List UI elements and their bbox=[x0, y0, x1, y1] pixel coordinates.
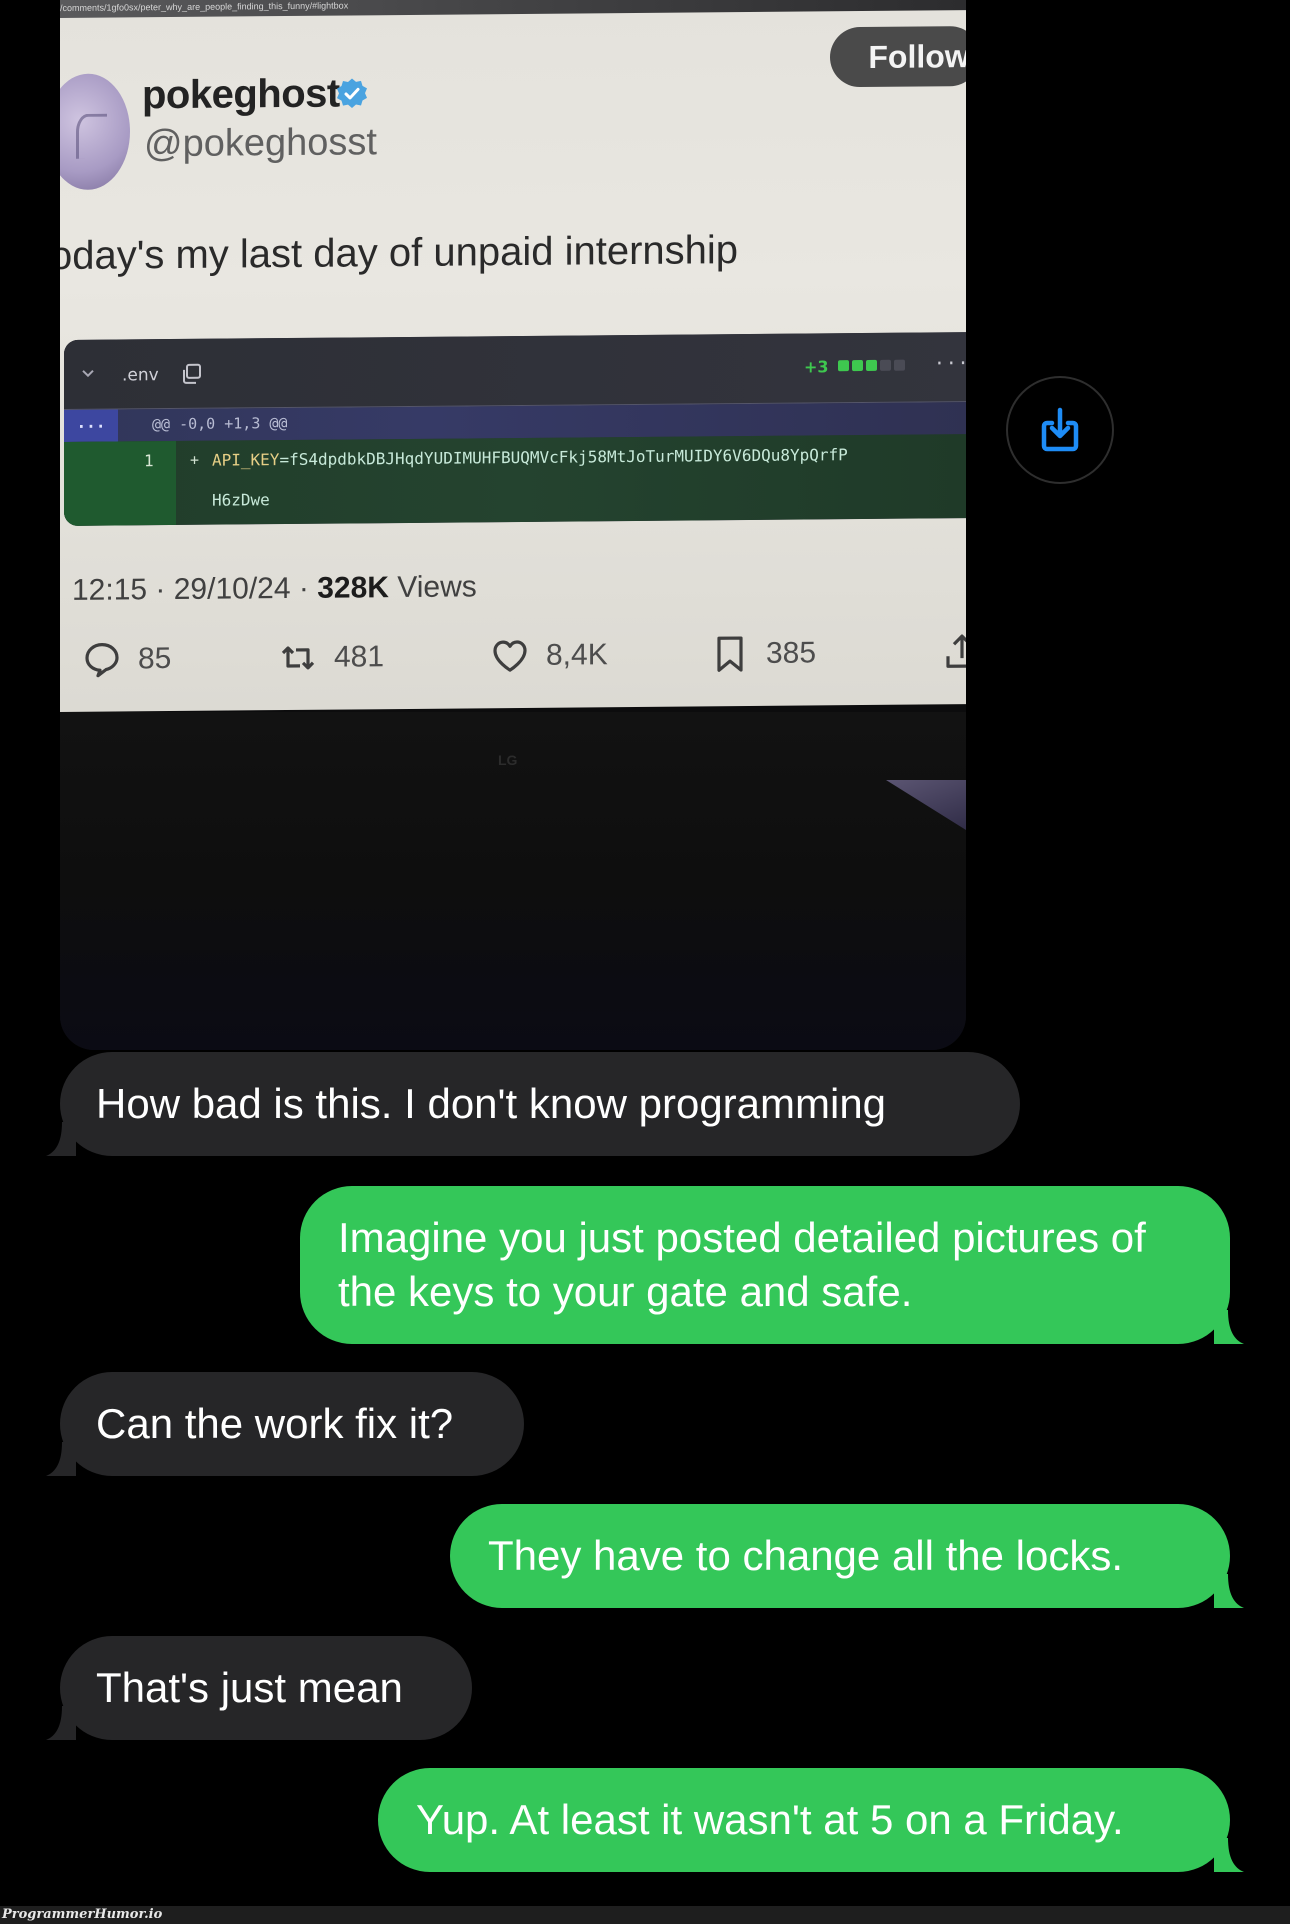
like-action: 8,4K bbox=[490, 635, 608, 676]
code-diff-card: .env +3 ... ... @@ -0,0 +1,3 @@ 1 + API_… bbox=[64, 332, 966, 526]
diff-block bbox=[838, 360, 849, 372]
tweet-meta: 12:15 · 29/10/24 · 328K Views bbox=[72, 570, 477, 608]
line-number: 1 bbox=[144, 451, 154, 471]
diff-filename: .env bbox=[122, 365, 159, 386]
diff-header: .env +3 ... bbox=[64, 332, 966, 410]
bubble-tail bbox=[46, 1122, 76, 1156]
tweet-handle: @pokeghosst bbox=[144, 121, 377, 166]
message-text: Yup. At least it wasn't at 5 on a Friday… bbox=[416, 1796, 1124, 1843]
separator: · bbox=[298, 571, 318, 605]
api-key-value: =fS4dpdbkDBJHqdYUDIMUHFBUQMVcFkj58MtJoTu… bbox=[279, 445, 848, 470]
copy-icon bbox=[183, 363, 201, 384]
message-bubble-outgoing[interactable]: Yup. At least it wasn't at 5 on a Friday… bbox=[378, 1768, 1244, 1872]
tweet-actions: 85 481 8,4K 385 bbox=[82, 632, 966, 690]
bookmark-action: 385 bbox=[710, 633, 816, 674]
more-options-icon: ... bbox=[934, 348, 966, 370]
tweet-display-name: pokeghost bbox=[142, 71, 340, 118]
save-image-button[interactable] bbox=[1006, 376, 1114, 484]
views-label: Views bbox=[397, 570, 477, 605]
repost-action: 481 bbox=[278, 637, 384, 678]
share-icon bbox=[946, 634, 966, 668]
diff-block bbox=[880, 359, 891, 371]
repost-icon bbox=[281, 646, 315, 670]
chevron-down-icon bbox=[82, 370, 94, 378]
bookmark-count: 385 bbox=[766, 636, 817, 670]
share-action bbox=[942, 632, 966, 672]
background-object bbox=[886, 780, 966, 830]
monitor-screen: /comments/1gfo0sx/peter_why_are_people_f… bbox=[60, 0, 966, 713]
verified-badge-icon bbox=[337, 78, 367, 109]
reply-icon bbox=[85, 643, 119, 678]
additions-bar bbox=[838, 359, 905, 372]
bubble-tail bbox=[1214, 1838, 1244, 1872]
separator: · bbox=[155, 573, 174, 607]
tweet-text: oday's my last day of unpaid internship bbox=[60, 228, 739, 279]
heart-icon bbox=[493, 640, 527, 672]
bubble-tail bbox=[1214, 1310, 1244, 1344]
bubble-tail bbox=[46, 1706, 76, 1740]
repost-count: 481 bbox=[334, 640, 385, 674]
follow-button: Follow bbox=[830, 25, 966, 88]
added-sign: + bbox=[190, 450, 200, 469]
diff-block bbox=[866, 359, 877, 371]
diff-block bbox=[894, 359, 905, 371]
api-key-name: API_KEY bbox=[212, 450, 280, 470]
avatar bbox=[60, 73, 130, 191]
message-bubble-incoming[interactable]: That's just mean bbox=[46, 1636, 472, 1740]
save-to-device-icon bbox=[1041, 407, 1079, 452]
message-bubble-incoming[interactable]: Can the work fix it? bbox=[46, 1372, 524, 1476]
views-count: 328K bbox=[317, 571, 389, 605]
bubble-tail bbox=[1214, 1574, 1244, 1608]
reply-count: 85 bbox=[138, 642, 172, 676]
tweet-date: 29/10/24 bbox=[173, 571, 291, 607]
monitor-logo: LG bbox=[498, 752, 518, 768]
api-key-value-continued: H6zDwe bbox=[212, 490, 270, 510]
reply-action: 85 bbox=[82, 639, 171, 680]
message-text: How bad is this. I don't know programmin… bbox=[96, 1080, 887, 1127]
like-count: 8,4K bbox=[546, 638, 608, 672]
api-key-line: API_KEY=fS4dpdbkDBJHqdYUDIMUHFBUQMVcFkj5… bbox=[212, 445, 848, 470]
message-bubble-incoming[interactable]: How bad is this. I don't know programmin… bbox=[46, 1052, 1020, 1156]
message-text: They have to change all the locks. bbox=[488, 1532, 1124, 1579]
message-text: Can the work fix it? bbox=[96, 1400, 454, 1447]
browser-url-bar: /comments/1gfo0sx/peter_why_are_people_f… bbox=[60, 0, 966, 18]
message-text: Imagine you just posted detailed picture… bbox=[338, 1214, 1146, 1315]
expand-hunk-icon: ... bbox=[64, 409, 118, 442]
hunk-header: @@ -0,0 +1,3 @@ bbox=[152, 414, 288, 434]
watermark: ProgrammerHumor.io bbox=[0, 1906, 1290, 1924]
message-text: That's just mean bbox=[96, 1664, 403, 1711]
photo-attachment[interactable]: /comments/1gfo0sx/peter_why_are_people_f… bbox=[60, 0, 966, 1050]
message-bubble-outgoing[interactable]: Imagine you just posted detailed picture… bbox=[300, 1186, 1244, 1344]
tweet-time: 12:15 bbox=[72, 573, 148, 607]
line-gutter: 1 bbox=[64, 440, 176, 526]
message-bubble-outgoing[interactable]: They have to change all the locks. bbox=[450, 1504, 1244, 1608]
added-line-row: 1 + API_KEY=fS4dpdbkDBJHqdYUDIMUHFBUQMVc… bbox=[64, 434, 966, 526]
bookmark-icon bbox=[717, 636, 743, 672]
bubble-tail bbox=[46, 1442, 76, 1476]
additions-count: +3 bbox=[804, 357, 829, 377]
monitor-bezel: LG bbox=[60, 712, 966, 1050]
diff-block bbox=[852, 359, 863, 372]
